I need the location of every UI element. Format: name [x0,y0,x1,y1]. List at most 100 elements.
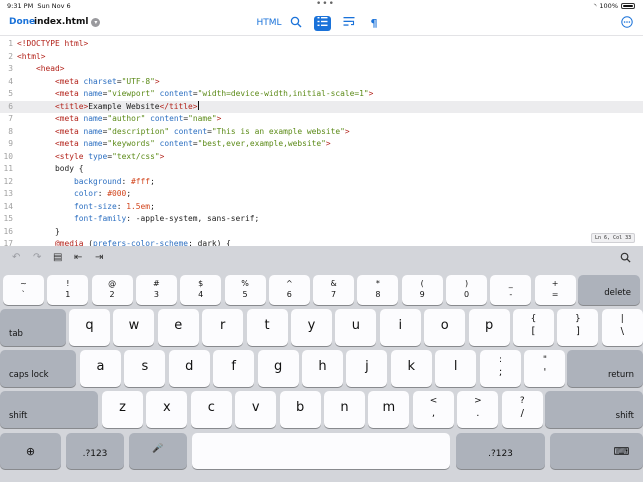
wrap-lines-button[interactable] [341,16,357,31]
more-button[interactable] [619,16,635,31]
key-g[interactable]: g [257,350,299,387]
undo-icon[interactable]: ↶ [12,252,20,263]
key-,[interactable]: <, [413,391,454,428]
key-;[interactable]: :; [480,350,521,387]
filename-menu[interactable]: index.html ▾ [34,17,101,27]
key-l[interactable]: l [435,350,477,387]
code-line[interactable]: 7 <meta name="author" content="name"> [0,113,643,126]
multitasking-dots[interactable]: ••• [316,0,335,9]
key-4[interactable]: $4 [180,275,222,305]
search-button[interactable] [288,16,304,31]
key-o[interactable]: o [424,309,466,346]
line-numbers-toggle[interactable] [314,16,331,31]
redo-icon[interactable]: ↷ [33,252,41,263]
code-text[interactable]: color: #000; [17,188,131,201]
key-r[interactable]: r [202,309,244,346]
code-line[interactable]: 12 background: #fff; [0,176,643,189]
key-w[interactable]: w [113,309,155,346]
key-0[interactable]: ) 0 [446,275,487,305]
key-y[interactable]: y [291,309,332,346]
key-v[interactable]: v [235,391,277,428]
code-text[interactable]: body { [17,163,84,176]
key-h[interactable]: h [302,350,343,387]
code-text[interactable]: @media (prefers-color-scheme: dark) { [17,238,231,246]
key-d[interactable]: d [168,350,210,387]
key-[[interactable]: {[ [513,309,554,346]
key-/[interactable]: ? / [501,391,543,428]
code-text[interactable]: } [17,226,60,239]
code-line[interactable]: 9 <meta name="keywords" content="best,ev… [0,138,643,151]
code-line[interactable]: 4 <meta charset="UTF-8"> [0,76,643,89]
code-text[interactable]: <head> [17,63,65,76]
key--[interactable]: _ - [490,275,532,305]
paste-icon[interactable]: ▤ [53,252,62,263]
space-bar[interactable] [192,433,450,469]
code-line[interactable]: 3 <head> [0,63,643,76]
key-1[interactable]: ! 1 [47,275,89,305]
key-t[interactable]: t [246,309,288,346]
key-c[interactable]: c [190,391,232,428]
key-8[interactable]: * 8 [357,275,399,305]
code-line[interactable]: 5 <meta name="viewport" content="width=d… [0,88,643,101]
key-k[interactable]: k [390,350,432,387]
key-x[interactable]: x [146,391,188,428]
done-button[interactable]: Done [9,17,35,27]
code-text[interactable]: <meta name="viewport" content="width=dev… [17,88,373,101]
code-text[interactable]: <style type="text/css"> [17,151,164,164]
code-line[interactable]: 17 @media (prefers-color-scheme: dark) { [0,238,643,246]
code-line[interactable]: 1 <!DOCTYPE html> [0,38,643,51]
key-f[interactable]: f [213,350,255,387]
shift-right-key[interactable]: shift [545,391,643,428]
code-text[interactable]: <meta charset="UTF-8"> [17,76,160,89]
dictation-key[interactable]: 🎤 [129,433,187,469]
invisibles-button[interactable]: ¶ [367,16,381,31]
return-key[interactable]: return [567,350,643,387]
key-6[interactable]: ^ 6 [268,275,310,305]
syntax-mode-button[interactable]: HTML [256,16,282,31]
key-n[interactable]: n [324,391,365,428]
key-3[interactable]: #3 [135,275,177,305]
key-u[interactable]: u [335,309,377,346]
code-line[interactable]: 8 <meta name="description" content="This… [0,126,643,139]
key-p[interactable]: p [468,309,510,346]
code-text[interactable]: <meta name="author" content="name"> [17,113,221,126]
code-line[interactable]: 15 font-family: -apple-system, sans-seri… [0,213,643,226]
outdent-icon[interactable]: ⇤ [74,252,82,263]
code-line[interactable]: 6 <title>Example Website</title> [0,100,643,114]
key-2[interactable]: @2 [91,275,133,305]
key-q[interactable]: q [69,309,110,346]
delete-key[interactable]: delete [578,275,640,305]
key-s[interactable]: s [124,350,166,387]
globe-key[interactable]: ⊕ [0,433,61,469]
shift-left-key[interactable]: shift [0,391,98,428]
code-line[interactable]: 10 <style type="text/css"> [0,151,643,164]
code-line[interactable]: 14 font-size: 1.5em; [0,201,643,214]
code-text[interactable]: font-size: 1.5em; [17,201,155,214]
key-][interactable]: }] [557,309,599,346]
key-a[interactable]: a [80,350,121,387]
key-e[interactable]: e [157,309,199,346]
keyboard-search-button[interactable] [620,252,631,266]
code-line[interactable]: 2 <html> [0,51,643,64]
code-line[interactable]: 13 color: #000; [0,188,643,201]
key-i[interactable]: i [379,309,421,346]
key-7[interactable]: & 7 [313,275,355,305]
numbers-key-left[interactable]: .?123 [66,433,124,469]
key-'[interactable]: " ' [524,350,566,387]
caps-lock-key[interactable]: caps lock [0,350,76,387]
code-text[interactable]: <html> [17,51,46,64]
hide-keyboard-key[interactable]: ⌨ [550,433,643,469]
key-.[interactable]: >. [457,391,499,428]
code-line[interactable]: 16 } [0,226,643,239]
code-editor[interactable]: 1 <!DOCTYPE html> 2 <html> 3 <head> 4 <meta c… [0,36,643,246]
key-9[interactable]: (9 [401,275,443,305]
key-=[interactable]: + = [534,275,576,305]
key-j[interactable]: j [346,350,388,387]
code-text[interactable]: <title>Example Website</title> [17,100,199,114]
code-text[interactable]: <meta name="description" content="This i… [17,126,350,139]
numbers-key-right[interactable]: .?123 [456,433,545,469]
indent-icon[interactable]: ⇥ [95,252,103,263]
key-z[interactable]: z [102,391,143,428]
key-m[interactable]: m [368,391,410,428]
key-`[interactable]: ~ ` [3,275,44,305]
